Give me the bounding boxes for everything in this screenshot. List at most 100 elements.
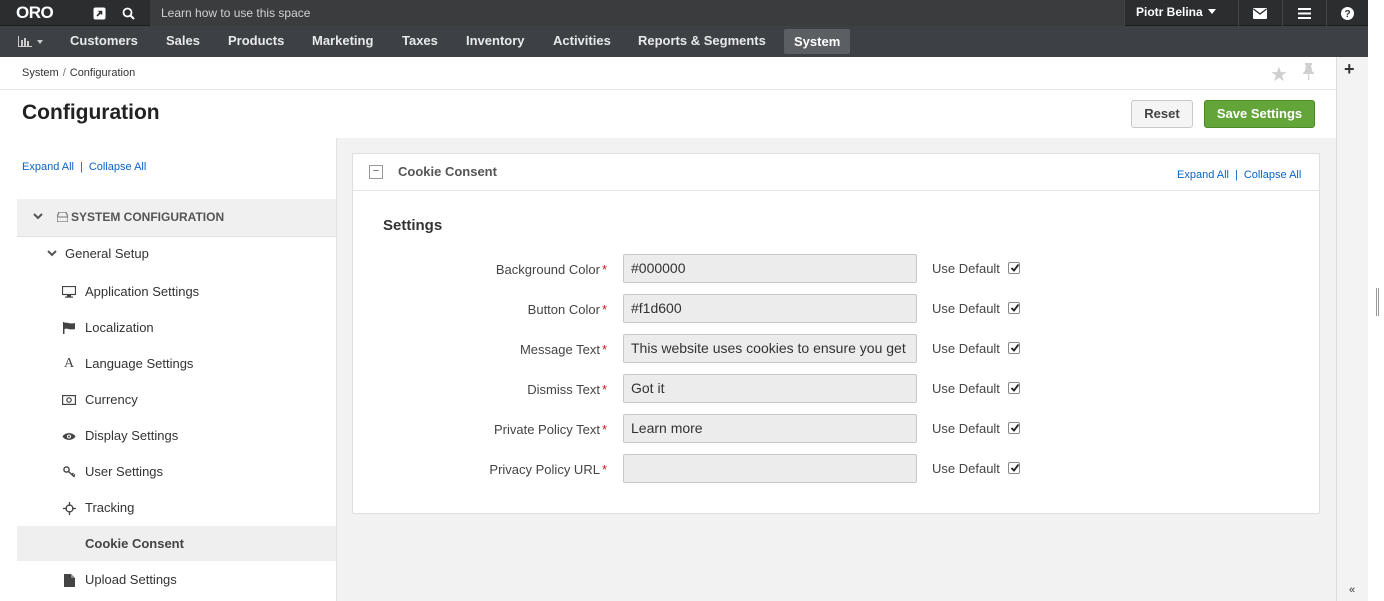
tree-item-language-settings[interactable]: Language Settings bbox=[85, 356, 193, 371]
tree-item-localization[interactable]: Localization bbox=[85, 320, 154, 335]
panel-collapse-all-link[interactable]: Collapse All bbox=[1244, 169, 1301, 181]
favorite-star-icon[interactable]: ★ bbox=[1270, 62, 1288, 87]
help-hint[interactable]: Learn how to use this space bbox=[150, 0, 1124, 26]
bar-chart-icon bbox=[18, 36, 32, 47]
check-icon bbox=[1010, 263, 1020, 272]
check-icon bbox=[1010, 463, 1020, 472]
main-navigation: Customers Sales Products Marketing Taxes… bbox=[0, 26, 1368, 57]
use-default-checkbox[interactable] bbox=[1008, 262, 1020, 274]
collapse-all-link[interactable]: Collapse All bbox=[89, 161, 146, 173]
tree-item-cookie-consent[interactable]: Cookie Consent bbox=[85, 536, 184, 551]
nav-activities[interactable]: Activities bbox=[553, 26, 611, 57]
eye-icon bbox=[62, 429, 76, 443]
use-default-checkbox[interactable] bbox=[1008, 342, 1020, 354]
pin-board-icon[interactable] bbox=[85, 0, 113, 26]
money-icon bbox=[62, 393, 76, 407]
chevron-down-icon bbox=[33, 213, 43, 220]
check-icon bbox=[1010, 303, 1020, 312]
use-default-label: Use Default bbox=[932, 381, 1000, 396]
label-text: Background Color bbox=[495, 262, 600, 277]
monitor-icon bbox=[62, 285, 76, 299]
divider bbox=[1238, 0, 1239, 26]
label-text: Privacy Policy URL bbox=[489, 462, 600, 477]
use-default-checkbox[interactable] bbox=[1008, 422, 1020, 434]
required-marker: * bbox=[601, 342, 607, 357]
page-title: Configuration bbox=[22, 101, 160, 124]
expand-all-link[interactable]: Expand All bbox=[22, 161, 74, 173]
private-policy-text-input[interactable]: Learn more bbox=[623, 414, 917, 443]
breadcrumb-system[interactable]: System bbox=[22, 67, 59, 79]
help-icon[interactable]: ? bbox=[1333, 0, 1361, 26]
divider bbox=[1282, 0, 1283, 26]
add-widget-icon[interactable]: + bbox=[1344, 59, 1355, 80]
use-default-checkbox[interactable] bbox=[1008, 382, 1020, 394]
divider bbox=[1124, 0, 1125, 26]
panel-title: Cookie Consent bbox=[398, 164, 497, 179]
nav-taxes[interactable]: Taxes bbox=[402, 26, 438, 57]
tree-item-currency[interactable]: Currency bbox=[85, 392, 138, 407]
tree-expand-collapse: Expand All | Collapse All bbox=[22, 157, 146, 175]
field-label-button-color: Button Color * bbox=[367, 302, 607, 317]
envelope-icon[interactable] bbox=[1246, 0, 1274, 26]
use-default-checkbox[interactable] bbox=[1008, 302, 1020, 314]
nav-customers[interactable]: Customers bbox=[70, 26, 138, 57]
nav-inventory[interactable]: Inventory bbox=[466, 26, 525, 57]
tree-root-label: SYSTEM CONFIGURATION bbox=[56, 210, 225, 224]
nav-system[interactable]: System bbox=[784, 29, 851, 54]
link-separator: | bbox=[1234, 169, 1238, 181]
user-name: Piotr Belina bbox=[1136, 5, 1203, 19]
privacy-policy-url-input[interactable] bbox=[623, 454, 917, 483]
nav-products[interactable]: Products bbox=[228, 26, 284, 57]
required-marker: * bbox=[601, 462, 607, 477]
nav-sales[interactable]: Sales bbox=[166, 26, 200, 57]
pin-icon[interactable] bbox=[1302, 63, 1315, 85]
tree-item-display-settings[interactable]: Display Settings bbox=[85, 428, 178, 443]
tree-item-application-settings[interactable]: Application Settings bbox=[85, 284, 199, 299]
use-default-checkbox[interactable] bbox=[1008, 462, 1020, 474]
panel-expand-all-link[interactable]: Expand All bbox=[1177, 169, 1229, 181]
breadcrumb-separator: / bbox=[62, 67, 66, 79]
dismiss-text-input[interactable]: Got it bbox=[623, 374, 917, 403]
tree-root-text: SYSTEM CONFIGURATION bbox=[71, 210, 225, 224]
label-text: Message Text bbox=[519, 342, 600, 357]
font-icon: A bbox=[63, 356, 75, 371]
label-text: Private Policy Text bbox=[493, 422, 600, 437]
tree-item-user-settings[interactable]: User Settings bbox=[85, 464, 163, 479]
collapse-section-icon[interactable]: − bbox=[369, 165, 383, 179]
save-settings-button[interactable]: Save Settings bbox=[1204, 100, 1315, 128]
breadcrumb-configuration: Configuration bbox=[69, 67, 136, 79]
reset-button[interactable]: Reset bbox=[1131, 100, 1193, 128]
key-icon bbox=[62, 465, 76, 479]
background-color-input[interactable]: #000000 bbox=[623, 254, 917, 283]
tree-group-general-setup[interactable]: General Setup bbox=[47, 246, 149, 261]
required-marker: * bbox=[601, 262, 607, 277]
resize-handle[interactable] bbox=[1376, 288, 1379, 316]
double-chevron-left-icon[interactable]: « bbox=[1349, 584, 1355, 596]
user-menu[interactable]: Piotr Belina bbox=[1136, 0, 1216, 26]
tree-item-tracking[interactable]: Tracking bbox=[85, 500, 134, 515]
required-marker: * bbox=[601, 422, 607, 437]
field-label-private-policy-text: Private Policy Text * bbox=[367, 422, 607, 437]
button-color-input[interactable]: #f1d600 bbox=[623, 294, 917, 323]
required-marker: * bbox=[601, 382, 607, 397]
dashboard-menu[interactable] bbox=[18, 26, 43, 57]
divider bbox=[1326, 0, 1327, 26]
check-icon bbox=[1010, 423, 1020, 432]
hamburger-menu-icon[interactable] bbox=[1290, 0, 1318, 26]
search-icon[interactable] bbox=[114, 0, 142, 26]
caret-down-icon bbox=[1207, 9, 1216, 14]
chevron-down-icon bbox=[47, 250, 57, 257]
flag-icon bbox=[62, 321, 76, 335]
hdd-icon bbox=[56, 211, 69, 223]
nav-reports-segments[interactable]: Reports & Segments bbox=[638, 26, 766, 57]
message-text-input[interactable]: This website uses cookies to ensure you … bbox=[623, 334, 917, 363]
tree-item-upload-settings[interactable]: Upload Settings bbox=[85, 572, 177, 587]
use-default-label: Use Default bbox=[932, 421, 1000, 436]
tree-root-system-configuration[interactable]: SYSTEM CONFIGURATION bbox=[17, 199, 336, 237]
field-label-background-color: Background Color * bbox=[367, 262, 607, 277]
link-separator: | bbox=[79, 161, 83, 173]
nav-marketing[interactable]: Marketing bbox=[312, 26, 373, 57]
right-sidebar bbox=[1336, 57, 1368, 601]
caret-down-icon bbox=[37, 39, 43, 44]
oro-logo[interactable]: ORO bbox=[16, 3, 54, 23]
